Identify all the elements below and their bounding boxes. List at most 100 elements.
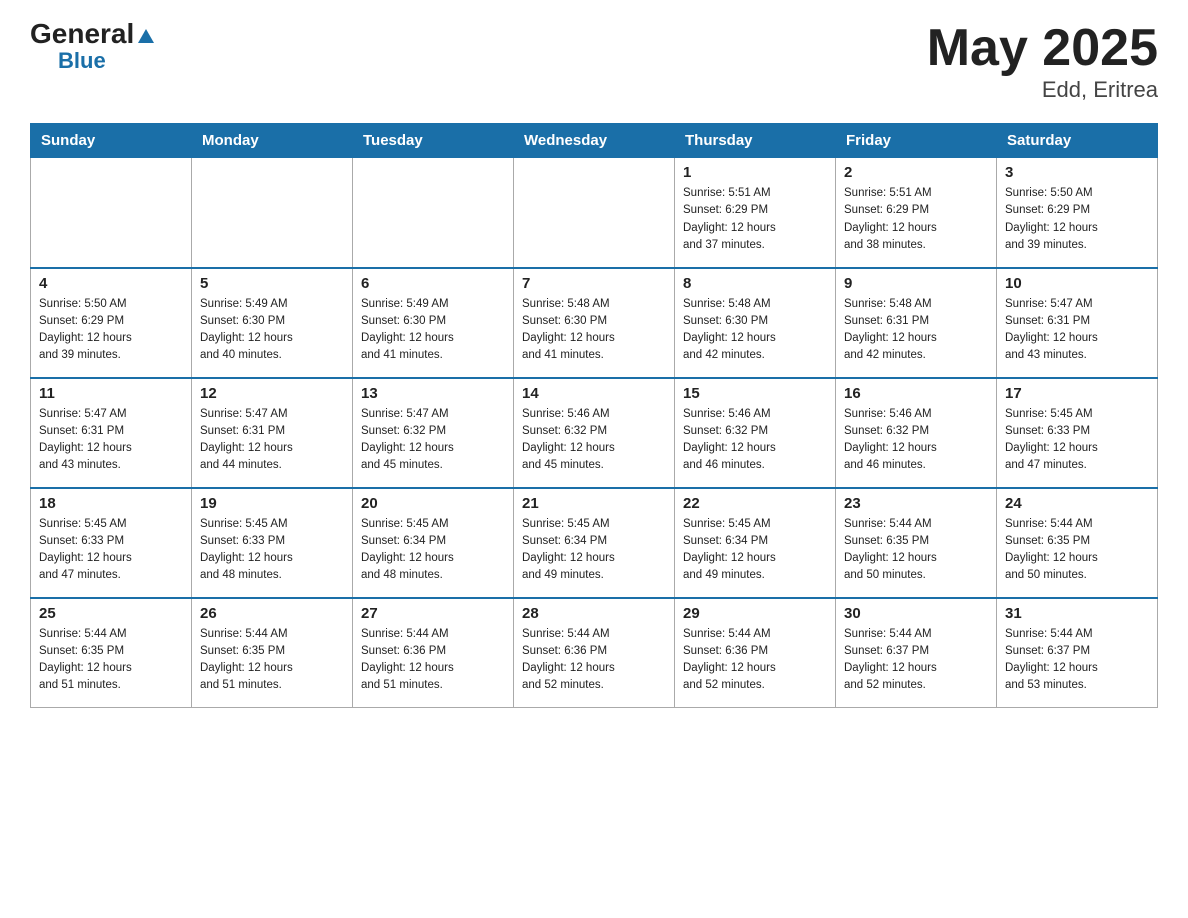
logo-triangle-icon bbox=[137, 22, 155, 50]
day-info: Sunrise: 5:45 AM Sunset: 6:33 PM Dayligh… bbox=[39, 516, 183, 585]
day-number: 22 bbox=[683, 495, 827, 512]
table-row: 12 Sunrise: 5:47 AM Sunset: 6:31 PM Dayli… bbox=[192, 378, 353, 488]
title-block: May 2025 Edd, Eritrea bbox=[927, 20, 1158, 103]
day-number: 7 bbox=[522, 275, 666, 292]
day-number: 12 bbox=[200, 385, 344, 402]
table-row: 18Sunrise: 5:45 AM Sunset: 6:33 PM Dayli… bbox=[31, 488, 192, 598]
day-number: 26 bbox=[200, 605, 344, 622]
table-row: 19 Sunrise: 5:45 AM Sunset: 6:33 PM Dayli… bbox=[192, 488, 353, 598]
calendar-week-row: 18Sunrise: 5:45 AM Sunset: 6:33 PM Dayli… bbox=[31, 488, 1158, 598]
day-number: 23 bbox=[844, 495, 988, 512]
calendar-week-row: 11 Sunrise: 5:47 AM Sunset: 6:31 PM Dayli… bbox=[31, 378, 1158, 488]
calendar-week-row: 1 Sunrise: 5:51 AM Sunset: 6:29 PM Daylig… bbox=[31, 158, 1158, 268]
day-number: 30 bbox=[844, 605, 988, 622]
table-row: 1 Sunrise: 5:51 AM Sunset: 6:29 PM Daylig… bbox=[675, 158, 836, 268]
day-info: Sunrise: 5:45 AM Sunset: 6:33 PM Dayligh… bbox=[200, 516, 344, 585]
day-number: 20 bbox=[361, 495, 505, 512]
day-info: Sunrise: 5:45 AM Sunset: 6:33 PM Dayligh… bbox=[1005, 406, 1149, 475]
day-number: 24 bbox=[1005, 495, 1149, 512]
day-number: 6 bbox=[361, 275, 505, 292]
calendar-table: Sunday Monday Tuesday Wednesday Thursday… bbox=[30, 123, 1158, 708]
day-info: Sunrise: 5:44 AM Sunset: 6:35 PM Dayligh… bbox=[1005, 516, 1149, 585]
table-row: 16 Sunrise: 5:46 AM Sunset: 6:32 PM Dayli… bbox=[836, 378, 997, 488]
table-row: 11 Sunrise: 5:47 AM Sunset: 6:31 PM Dayli… bbox=[31, 378, 192, 488]
day-info: Sunrise: 5:51 AM Sunset: 6:29 PM Dayligh… bbox=[844, 185, 988, 254]
table-row: 20 Sunrise: 5:45 AM Sunset: 6:34 PM Dayli… bbox=[353, 488, 514, 598]
logo-general-text: General bbox=[30, 20, 155, 50]
page-title: May 2025 bbox=[927, 20, 1158, 77]
day-info: Sunrise: 5:45 AM Sunset: 6:34 PM Dayligh… bbox=[683, 516, 827, 585]
day-info: Sunrise: 5:47 AM Sunset: 6:31 PM Dayligh… bbox=[1005, 296, 1149, 365]
day-info: Sunrise: 5:44 AM Sunset: 6:37 PM Dayligh… bbox=[844, 626, 988, 695]
day-number: 28 bbox=[522, 605, 666, 622]
table-row: 29Sunrise: 5:44 AM Sunset: 6:36 PM Dayli… bbox=[675, 598, 836, 708]
day-info: Sunrise: 5:44 AM Sunset: 6:36 PM Dayligh… bbox=[522, 626, 666, 695]
table-row: 25 Sunrise: 5:44 AM Sunset: 6:35 PM Dayli… bbox=[31, 598, 192, 708]
day-info: Sunrise: 5:44 AM Sunset: 6:35 PM Dayligh… bbox=[844, 516, 988, 585]
day-number: 15 bbox=[683, 385, 827, 402]
day-number: 10 bbox=[1005, 275, 1149, 292]
day-number: 5 bbox=[200, 275, 344, 292]
day-number: 17 bbox=[1005, 385, 1149, 402]
header-tuesday: Tuesday bbox=[353, 124, 514, 158]
day-info: Sunrise: 5:46 AM Sunset: 6:32 PM Dayligh… bbox=[844, 406, 988, 475]
day-number: 8 bbox=[683, 275, 827, 292]
table-row: 22 Sunrise: 5:45 AM Sunset: 6:34 PM Dayli… bbox=[675, 488, 836, 598]
header-wednesday: Wednesday bbox=[514, 124, 675, 158]
table-row: 3Sunrise: 5:50 AM Sunset: 6:29 PM Daylig… bbox=[997, 158, 1158, 268]
table-row bbox=[192, 158, 353, 268]
table-row: 21 Sunrise: 5:45 AM Sunset: 6:34 PM Dayli… bbox=[514, 488, 675, 598]
header-saturday: Saturday bbox=[997, 124, 1158, 158]
logo: General Blue bbox=[30, 20, 155, 72]
day-info: Sunrise: 5:49 AM Sunset: 6:30 PM Dayligh… bbox=[200, 296, 344, 365]
day-info: Sunrise: 5:48 AM Sunset: 6:31 PM Dayligh… bbox=[844, 296, 988, 365]
table-row: 15Sunrise: 5:46 AM Sunset: 6:32 PM Dayli… bbox=[675, 378, 836, 488]
day-number: 27 bbox=[361, 605, 505, 622]
table-row: 26 Sunrise: 5:44 AM Sunset: 6:35 PM Dayli… bbox=[192, 598, 353, 708]
day-number: 29 bbox=[683, 605, 827, 622]
day-info: Sunrise: 5:46 AM Sunset: 6:32 PM Dayligh… bbox=[522, 406, 666, 475]
table-row: 17 Sunrise: 5:45 AM Sunset: 6:33 PM Dayli… bbox=[997, 378, 1158, 488]
day-number: 21 bbox=[522, 495, 666, 512]
day-number: 16 bbox=[844, 385, 988, 402]
table-row: 27 Sunrise: 5:44 AM Sunset: 6:36 PM Dayli… bbox=[353, 598, 514, 708]
table-row: 14 Sunrise: 5:46 AM Sunset: 6:32 PM Dayli… bbox=[514, 378, 675, 488]
table-row: 8 Sunrise: 5:48 AM Sunset: 6:30 PM Daylig… bbox=[675, 268, 836, 378]
day-info: Sunrise: 5:48 AM Sunset: 6:30 PM Dayligh… bbox=[522, 296, 666, 365]
day-info: Sunrise: 5:45 AM Sunset: 6:34 PM Dayligh… bbox=[361, 516, 505, 585]
table-row: 24 Sunrise: 5:44 AM Sunset: 6:35 PM Dayli… bbox=[997, 488, 1158, 598]
day-info: Sunrise: 5:51 AM Sunset: 6:29 PM Dayligh… bbox=[683, 185, 827, 254]
table-row bbox=[514, 158, 675, 268]
table-row: 2Sunrise: 5:51 AM Sunset: 6:29 PM Daylig… bbox=[836, 158, 997, 268]
day-info: Sunrise: 5:47 AM Sunset: 6:31 PM Dayligh… bbox=[200, 406, 344, 475]
day-number: 25 bbox=[39, 605, 183, 622]
day-number: 9 bbox=[844, 275, 988, 292]
day-info: Sunrise: 5:49 AM Sunset: 6:30 PM Dayligh… bbox=[361, 296, 505, 365]
day-number: 19 bbox=[200, 495, 344, 512]
calendar-header-row: Sunday Monday Tuesday Wednesday Thursday… bbox=[31, 124, 1158, 158]
day-number: 31 bbox=[1005, 605, 1149, 622]
day-number: 14 bbox=[522, 385, 666, 402]
table-row: 31Sunrise: 5:44 AM Sunset: 6:37 PM Dayli… bbox=[997, 598, 1158, 708]
day-number: 4 bbox=[39, 275, 183, 292]
header-friday: Friday bbox=[836, 124, 997, 158]
table-row: 4 Sunrise: 5:50 AM Sunset: 6:29 PM Daylig… bbox=[31, 268, 192, 378]
calendar-week-row: 25 Sunrise: 5:44 AM Sunset: 6:35 PM Dayli… bbox=[31, 598, 1158, 708]
calendar-week-row: 4 Sunrise: 5:50 AM Sunset: 6:29 PM Daylig… bbox=[31, 268, 1158, 378]
day-info: Sunrise: 5:50 AM Sunset: 6:29 PM Dayligh… bbox=[39, 296, 183, 365]
day-info: Sunrise: 5:44 AM Sunset: 6:35 PM Dayligh… bbox=[39, 626, 183, 695]
day-info: Sunrise: 5:44 AM Sunset: 6:35 PM Dayligh… bbox=[200, 626, 344, 695]
table-row: 10 Sunrise: 5:47 AM Sunset: 6:31 PM Dayli… bbox=[997, 268, 1158, 378]
day-info: Sunrise: 5:48 AM Sunset: 6:30 PM Dayligh… bbox=[683, 296, 827, 365]
day-number: 11 bbox=[39, 385, 183, 402]
day-info: Sunrise: 5:47 AM Sunset: 6:31 PM Dayligh… bbox=[39, 406, 183, 475]
day-number: 1 bbox=[683, 164, 827, 181]
table-row: 7 Sunrise: 5:48 AM Sunset: 6:30 PM Daylig… bbox=[514, 268, 675, 378]
day-number: 13 bbox=[361, 385, 505, 402]
table-row bbox=[31, 158, 192, 268]
page-header: General Blue May 2025 Edd, Eritrea bbox=[30, 20, 1158, 103]
day-info: Sunrise: 5:44 AM Sunset: 6:36 PM Dayligh… bbox=[361, 626, 505, 695]
day-info: Sunrise: 5:45 AM Sunset: 6:34 PM Dayligh… bbox=[522, 516, 666, 585]
table-row: 5 Sunrise: 5:49 AM Sunset: 6:30 PM Daylig… bbox=[192, 268, 353, 378]
table-row: 9 Sunrise: 5:48 AM Sunset: 6:31 PM Daylig… bbox=[836, 268, 997, 378]
